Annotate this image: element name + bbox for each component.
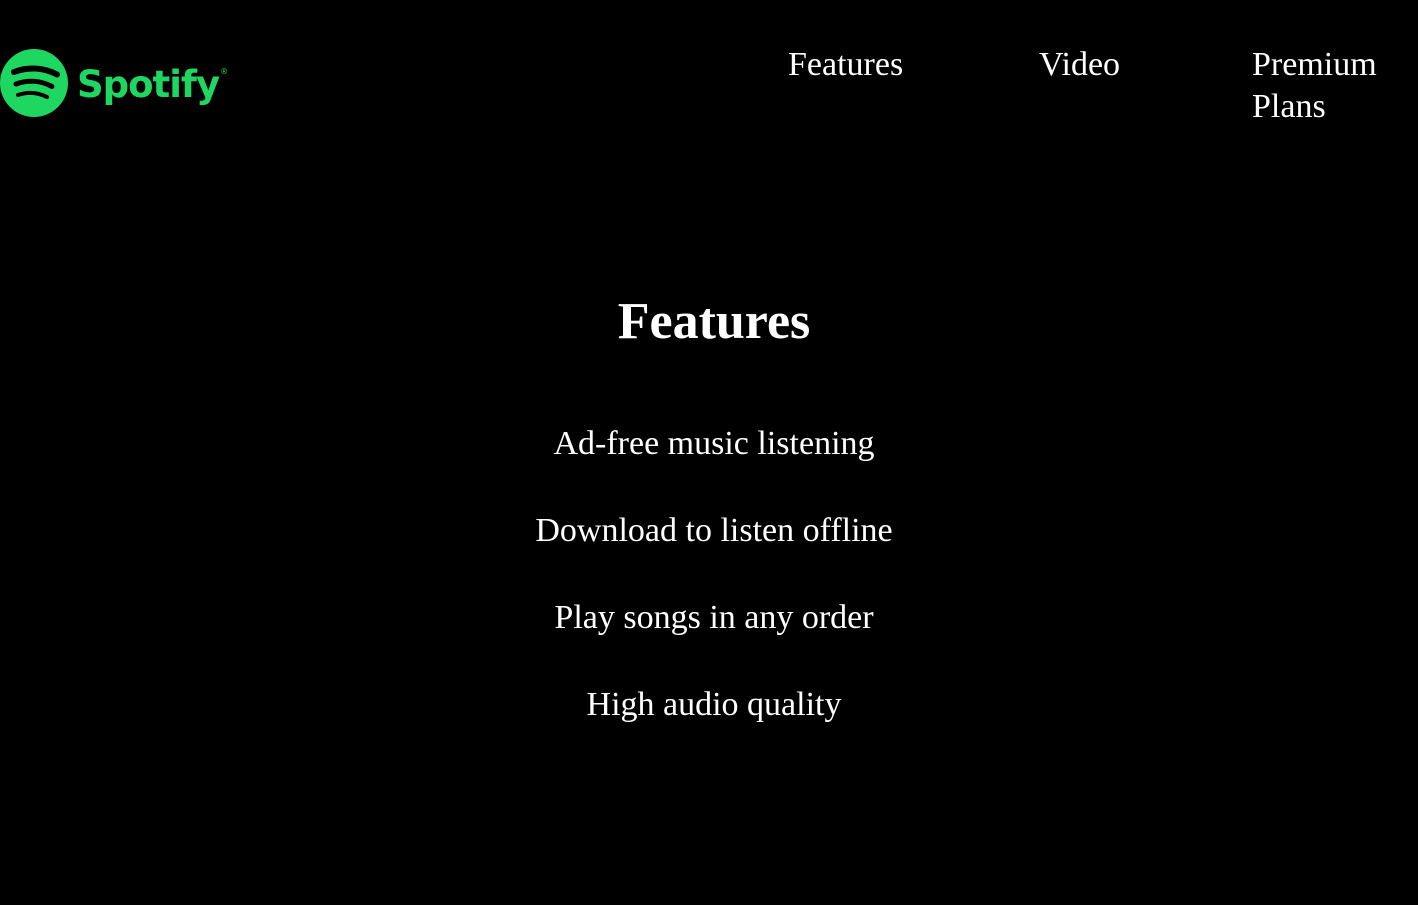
nav-link-features[interactable]: Features — [788, 44, 903, 86]
spotify-logo-link[interactable]: Spotify ® — [0, 49, 228, 117]
registered-mark: ® — [220, 66, 229, 76]
nav-link-premium-plans[interactable]: Premium Plans — [1252, 44, 1402, 128]
nav-link-video[interactable]: Video — [1039, 44, 1120, 86]
site-header: Spotify ® Features Video Premium Plans — [0, 0, 1418, 150]
feature-item: Play songs in any order — [554, 599, 874, 636]
features-section: Features Ad-free music listening Downloa… — [0, 290, 1418, 772]
feature-item: Download to listen offline — [535, 512, 893, 549]
feature-item: Ad-free music listening — [553, 425, 875, 462]
page: Spotify ® Features Video Premium Plans F… — [0, 0, 1418, 905]
features-list: Ad-free music listening Download to list… — [0, 424, 1418, 725]
spotify-logo-icon — [0, 49, 68, 117]
features-heading: Features — [617, 293, 811, 350]
feature-item: High audio quality — [586, 686, 842, 723]
logo-wordmark: Spotify — [77, 62, 220, 106]
